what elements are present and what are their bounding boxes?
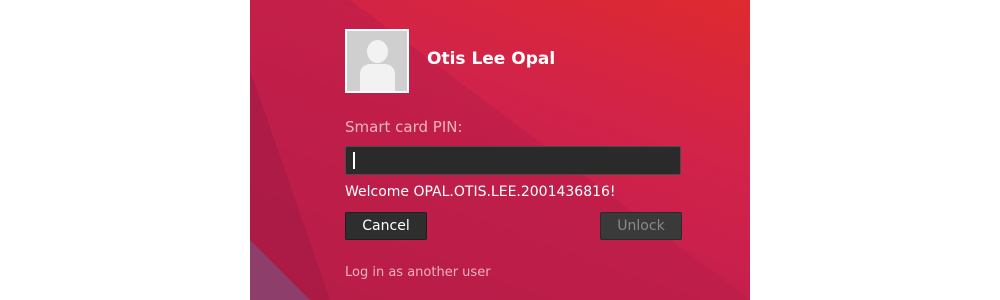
unlock-button[interactable]: Unlock <box>600 212 682 240</box>
cancel-button[interactable]: Cancel <box>345 212 427 240</box>
user-name: Otis Lee Opal <box>427 49 556 69</box>
welcome-message: Welcome OPAL.OTIS.LEE.2001436816! <box>345 184 616 200</box>
pin-label: Smart card PIN: <box>345 118 463 136</box>
pin-input[interactable] <box>345 146 681 175</box>
login-dialog: Otis Lee Opal Smart card PIN: Welcome OP… <box>250 0 750 300</box>
text-cursor <box>353 152 355 169</box>
user-avatar-icon <box>345 29 409 93</box>
log-in-as-another-user-link[interactable]: Log in as another user <box>345 265 491 280</box>
